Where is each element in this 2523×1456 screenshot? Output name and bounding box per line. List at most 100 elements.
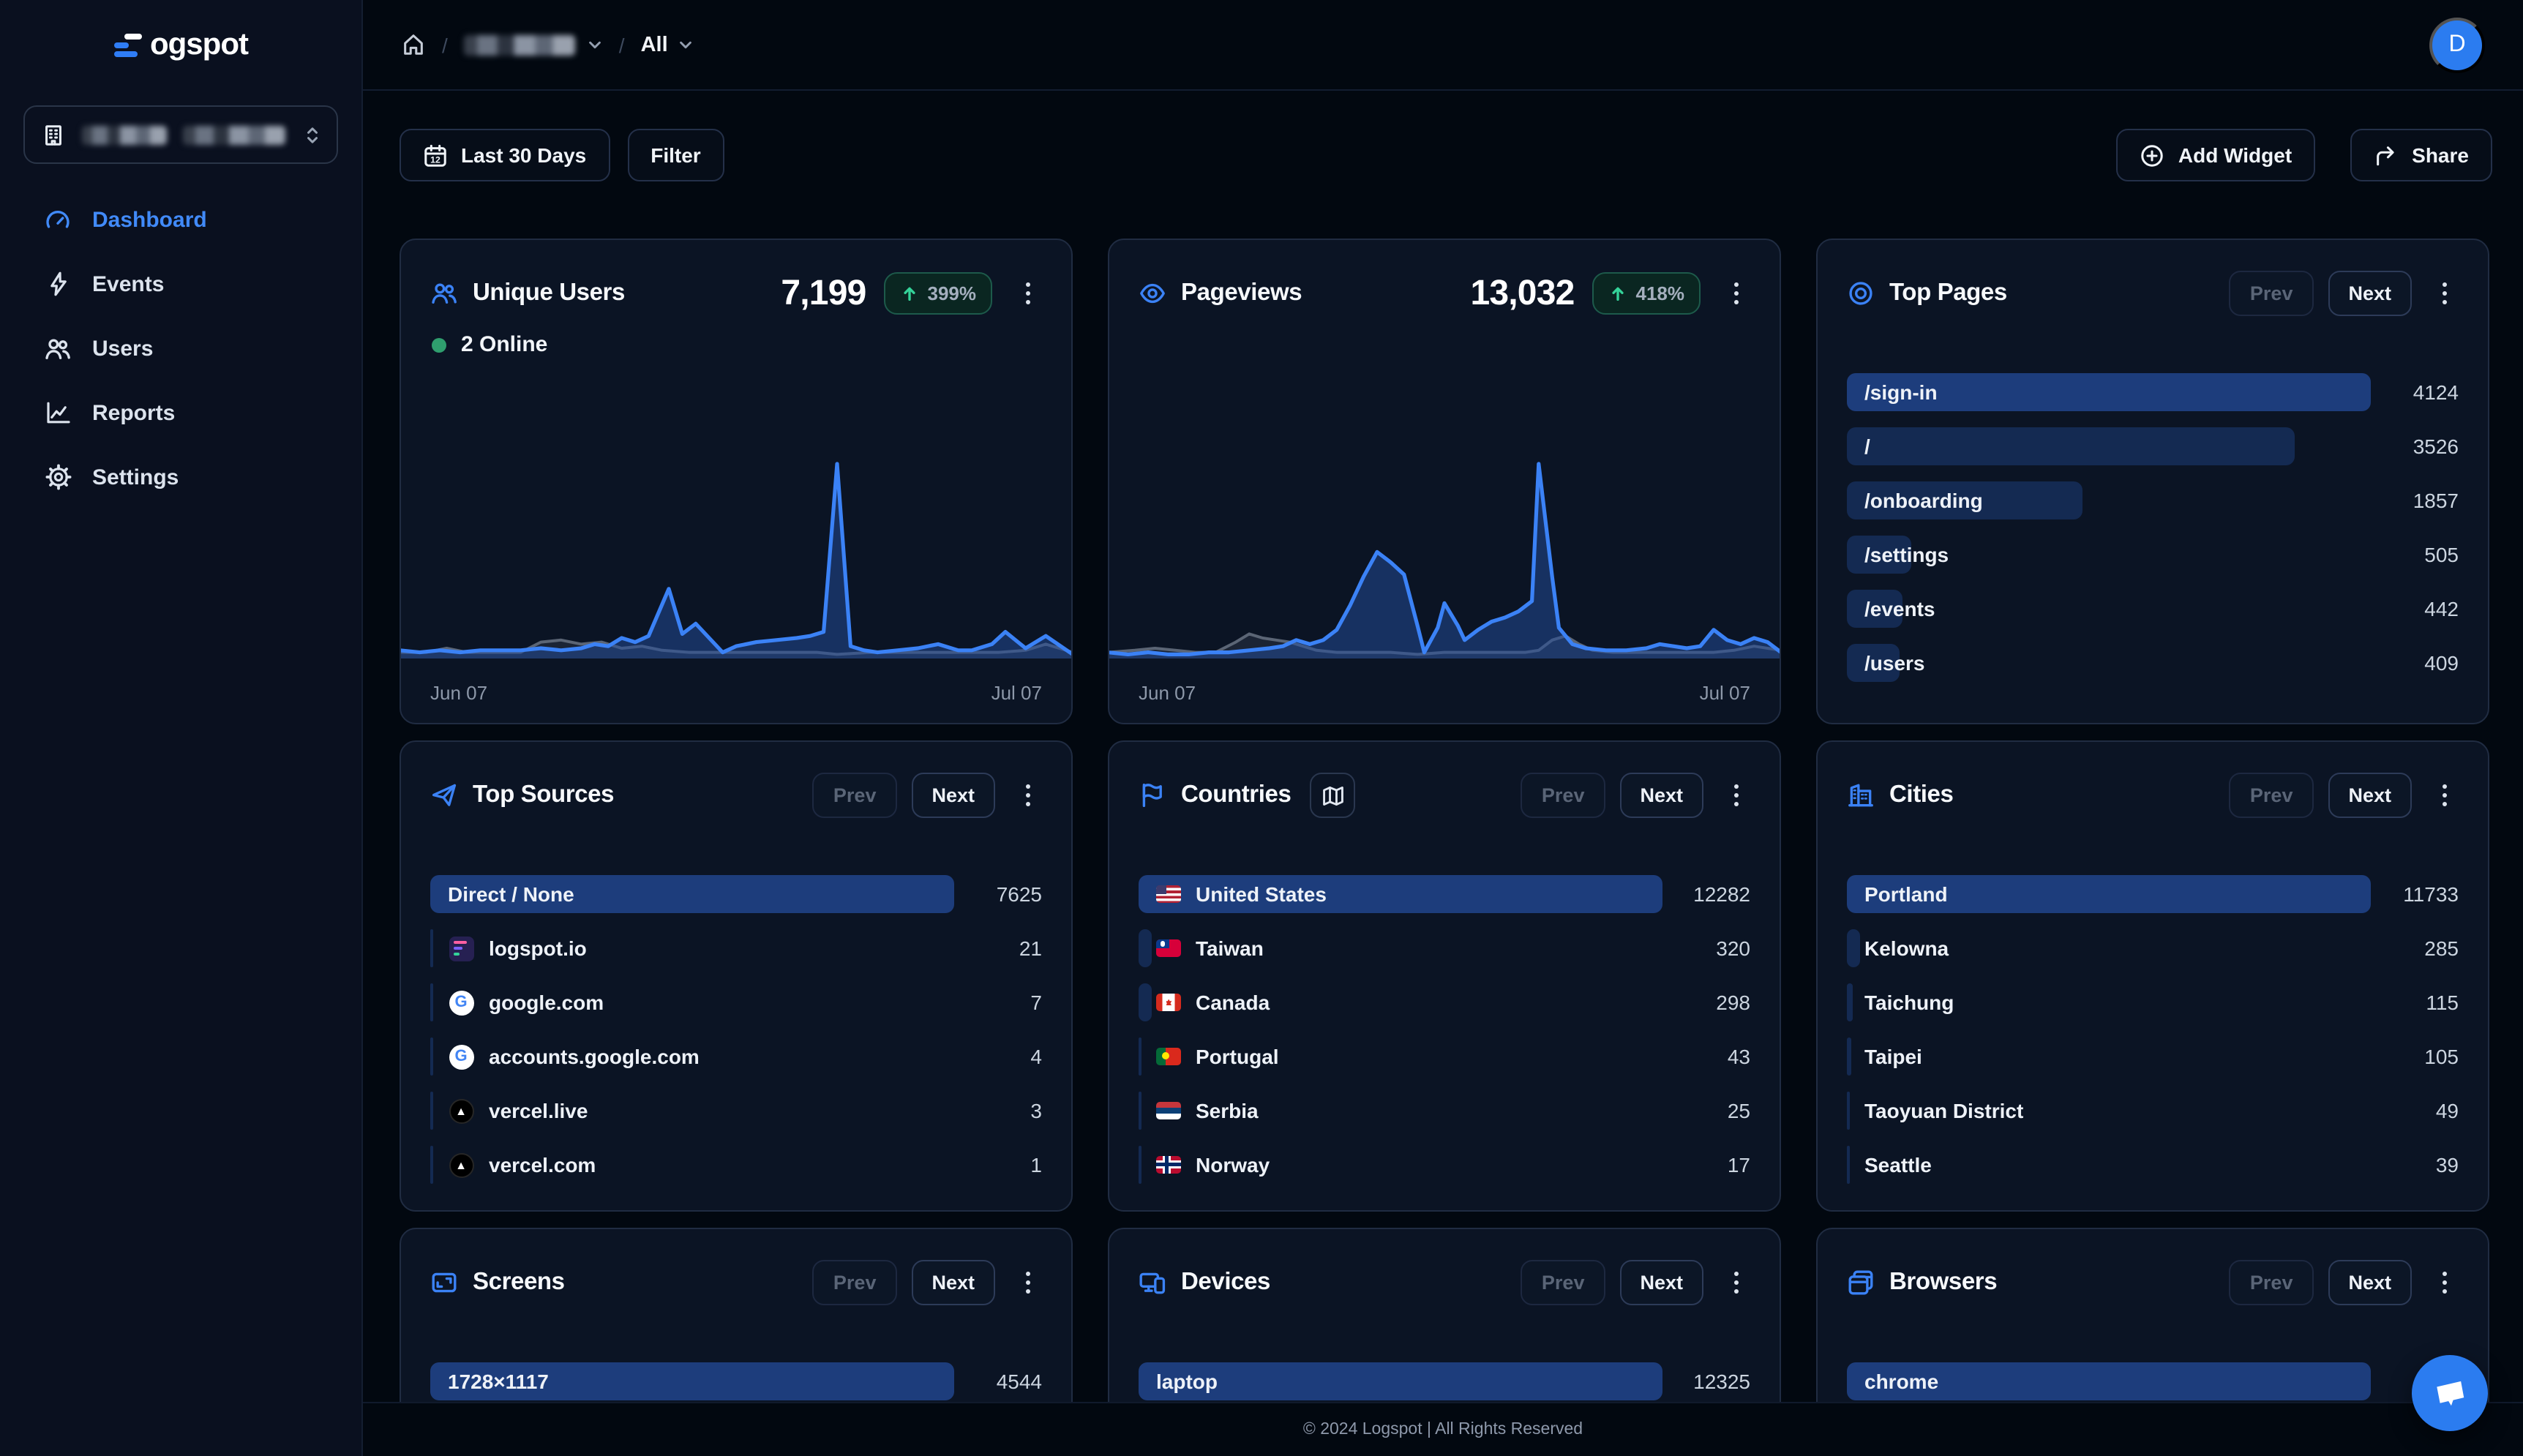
sidebar-item-reports[interactable]: Reports (0, 380, 361, 445)
main-content: 12 Last 30 Days Filter Add Widget Share … (363, 91, 2523, 1456)
widget-title: Top Sources (473, 781, 615, 808)
list-item-label: /users (1864, 651, 1925, 675)
widget-title: Browsers (1889, 1269, 1998, 1295)
map-view-button[interactable] (1310, 773, 1356, 818)
add-widget-button[interactable]: Add Widget (2116, 129, 2316, 181)
next-button[interactable]: Next (911, 1260, 995, 1305)
kebab-menu-button[interactable] (1721, 1261, 1750, 1305)
prev-button[interactable]: Prev (1521, 773, 1605, 818)
list-item-label: Direct / None (448, 882, 574, 906)
breadcrumb-scope-selector[interactable]: All (641, 33, 694, 56)
vercel-favicon-icon: ▲ (448, 1097, 474, 1124)
next-button[interactable]: Next (2328, 271, 2412, 316)
pageviews-value: 13,032 (1470, 273, 1575, 312)
list-item-value: 11733 (2403, 882, 2459, 906)
chat-widget-button[interactable] (2412, 1355, 2488, 1431)
flag-icon (1139, 781, 1166, 809)
list-item: Kelowna 285 (1847, 929, 2459, 967)
flag-ca-icon (1156, 994, 1181, 1011)
filter-button[interactable]: Filter (627, 129, 724, 181)
list-item-label: google.com (489, 991, 604, 1014)
next-button[interactable]: Next (1619, 1260, 1703, 1305)
next-button[interactable]: Next (2328, 773, 2412, 818)
widget-title: Countries (1181, 781, 1292, 808)
sidebar-item-events[interactable]: Events (0, 252, 361, 316)
list-item-value: 320 (1716, 937, 1750, 960)
list-item: 1728×1117 4544 (430, 1362, 1042, 1400)
list-item: / 3526 (1847, 427, 2459, 465)
workspace-selector[interactable] (23, 105, 338, 164)
next-button[interactable]: Next (911, 773, 995, 818)
sidebar-item-users[interactable]: Users (0, 316, 361, 380)
delta-badge: 418% (1592, 272, 1701, 315)
list-item-value: 442 (2424, 597, 2459, 620)
kebab-menu-button[interactable] (2429, 773, 2459, 817)
sidebar-item-label: Reports (92, 400, 176, 425)
prev-button[interactable]: Prev (2229, 271, 2314, 316)
list-item: Taipei 105 (1847, 1037, 2459, 1076)
prev-button[interactable]: Prev (1521, 1260, 1605, 1305)
list-item: laptop 12325 (1139, 1362, 1750, 1400)
list-item: Portugal 43 (1139, 1037, 1750, 1076)
kebab-menu-button[interactable] (1013, 271, 1042, 315)
countries-list: United States 12282 Taiwan 320 Canada 298 Port… (1139, 875, 1750, 1184)
list-item-label: Portland (1864, 882, 1948, 906)
list-item-value: 1 (1030, 1153, 1042, 1177)
kebab-menu-button[interactable] (1721, 773, 1750, 817)
list-item: Taichung 115 (1847, 983, 2459, 1021)
next-button[interactable]: Next (2328, 1260, 2412, 1305)
list-item: Canada 298 (1139, 983, 1750, 1021)
top-sources-card: Top Sources Prev Next Direct / None 7625 l… (400, 740, 1073, 1212)
prev-button[interactable]: Prev (812, 773, 897, 818)
list-item: Gaccounts.google.com 4 (430, 1037, 1042, 1076)
breadcrumb-separator: / (442, 33, 448, 56)
widget-grid: Unique Users 7,199 399% 2 Online Jun 07 … (400, 239, 2489, 1456)
next-button[interactable]: Next (1619, 773, 1703, 818)
list-item-label: vercel.live (489, 1099, 588, 1122)
prev-button[interactable]: Prev (812, 1260, 897, 1305)
list-item-label: Canada (1196, 991, 1270, 1014)
topbar: / / All D (363, 0, 2523, 91)
flag-us-icon (1156, 885, 1181, 903)
sidebar-item-label: Users (92, 336, 154, 361)
chart-icon (44, 399, 72, 426)
breadcrumb-separator: / (618, 33, 625, 56)
calendar-icon: 12 (423, 143, 448, 168)
list-item-value: 505 (2424, 543, 2459, 566)
list-item-label: /onboarding (1864, 489, 1983, 512)
delta-badge: 399% (883, 272, 992, 315)
sidebar-item-label: Dashboard (92, 207, 207, 232)
kebab-menu-button[interactable] (1013, 773, 1042, 817)
user-avatar[interactable]: D (2429, 17, 2485, 72)
kebab-menu-button[interactable] (1721, 271, 1750, 315)
list-item-value: 7 (1030, 991, 1042, 1014)
flag-no-icon (1156, 1156, 1181, 1174)
sidebar-item-settings[interactable]: Settings (0, 445, 361, 509)
browsers-list: chrome (1847, 1362, 2459, 1400)
flag-pt-icon (1156, 1048, 1181, 1065)
kebab-menu-button[interactable] (1013, 1261, 1042, 1305)
list-item-label: Taiwan (1196, 937, 1264, 960)
app-window: ogspot Dashboard Events Users Reports Se… (0, 0, 2523, 1456)
list-item-value: 12325 (1693, 1370, 1750, 1393)
kebab-menu-button[interactable] (2429, 271, 2459, 315)
list-item-label: Kelowna (1864, 937, 1949, 960)
prev-button[interactable]: Prev (2229, 773, 2314, 818)
sidebar-item-label: Settings (92, 465, 179, 489)
eye-icon (1139, 279, 1166, 307)
sidebar-item-label: Events (92, 271, 165, 296)
logspot-logo-icon (113, 30, 143, 61)
kebab-menu-button[interactable] (2429, 1261, 2459, 1305)
breadcrumb-project-selector[interactable] (463, 34, 603, 55)
date-range-button[interactable]: 12 Last 30 Days (400, 129, 610, 181)
home-icon[interactable] (401, 32, 426, 57)
top-sources-list: Direct / None 7625 logspot.io 21 Ggoogle.com… (430, 875, 1042, 1184)
sidebar-item-dashboard[interactable]: Dashboard (0, 187, 361, 252)
share-button[interactable]: Share (2350, 129, 2492, 181)
list-item-value: 409 (2424, 651, 2459, 675)
buildings-icon (1847, 781, 1875, 809)
list-item-value: 43 (1727, 1045, 1750, 1068)
widget-title: Pageviews (1181, 279, 1302, 306)
prev-button[interactable]: Prev (2229, 1260, 2314, 1305)
list-item: Seattle 39 (1847, 1146, 2459, 1184)
